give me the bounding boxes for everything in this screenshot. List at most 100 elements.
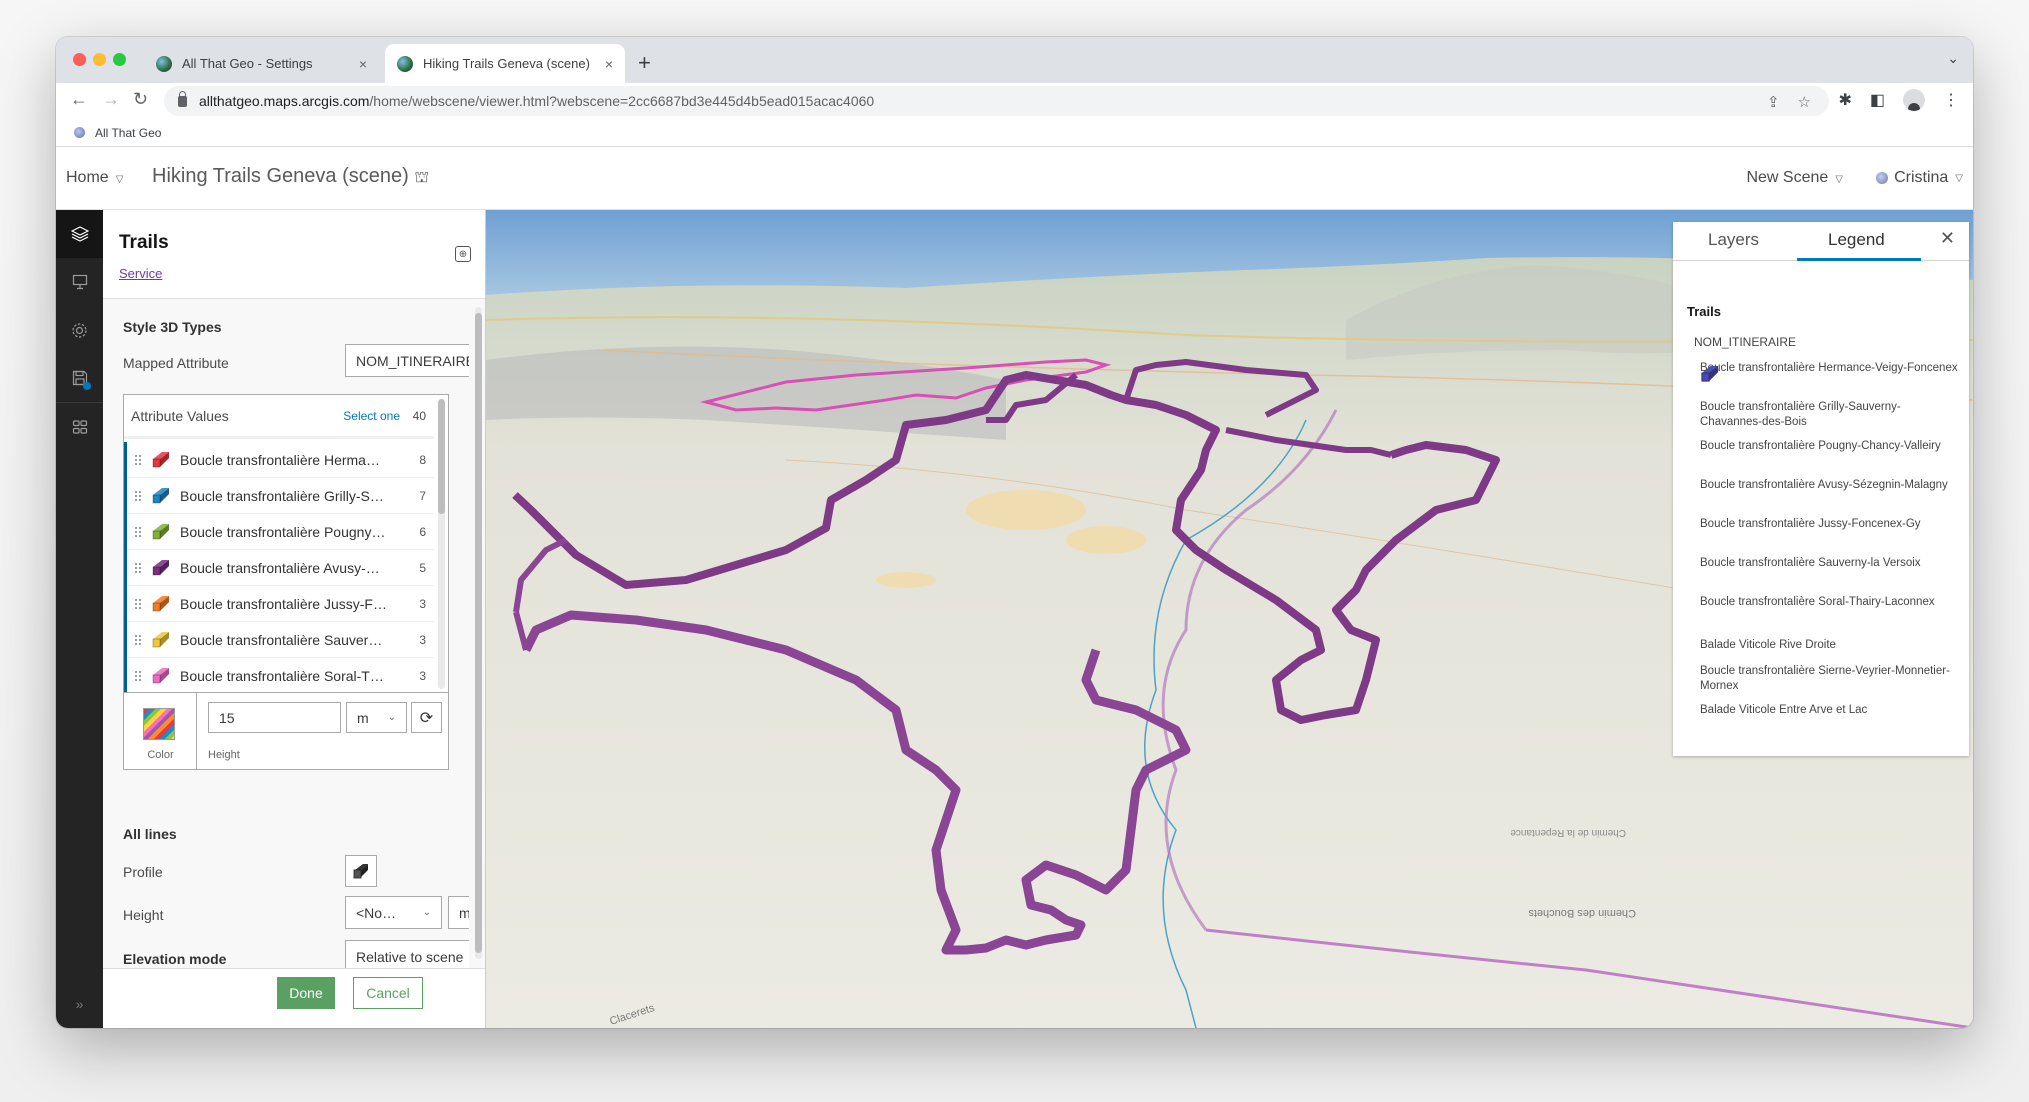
browser-window: All That Geo - Settings × Hiking Trails … [56, 37, 1973, 1028]
map-label: Chemin de la Repentance [1510, 827, 1626, 838]
panel-lower-section-2: Elevation mode Relative to scene⌄ [103, 210, 469, 968]
layers-icon [70, 226, 89, 242]
legend-item: Boucle transfrontalière Pougny-Chancy-Va… [1700, 366, 1960, 478]
legend-tabs: Layers Legend ✕ [1673, 222, 1969, 261]
reload-button[interactable]: ↻ [133, 89, 148, 110]
grid-icon [72, 420, 87, 434]
back-button[interactable]: ← [70, 89, 88, 110]
close-window-button[interactable] [73, 53, 86, 66]
legend-item: Balade Viticole Entre Arve et Lac [1700, 366, 1960, 742]
legend-item: Boucle transfrontalière Grilly-Sauverny-… [1700, 366, 1960, 439]
legend-item-label: Boucle transfrontalière Hermance-Veigy-F… [1700, 362, 1958, 374]
bookmark-star-icon[interactable]: ☆ [1798, 93, 1811, 111]
minimize-window-button[interactable] [93, 53, 106, 66]
profile-avatar[interactable] [1903, 89, 1925, 111]
legend-item-label: Boucle transfrontalière Sauverny-la Vers… [1700, 557, 1921, 569]
rail-apps-button[interactable] [56, 403, 103, 451]
rail-save-button[interactable] [56, 354, 103, 402]
legend-item: Boucle transfrontalière Soral-Thairy-Lac… [1700, 366, 1960, 634]
elevation-mode-select[interactable]: Relative to scene⌄ [345, 940, 469, 968]
elevation-mode-label: Elevation mode [123, 951, 227, 967]
legend-item: Balade Viticole Rive Droite [1700, 366, 1960, 664]
tab-layers[interactable]: Layers [1708, 230, 1759, 250]
legend-layer-title: Trails [1687, 304, 1721, 319]
map-label: Chemin des Bouchets [1528, 907, 1636, 919]
unsaved-badge [83, 382, 91, 390]
url-host: allthatgeo.maps.arcgis.com [199, 93, 370, 109]
new-scene-menu[interactable]: New Scene ▽ [1746, 169, 1843, 187]
share-icon[interactable]: ⇪ [1767, 93, 1780, 111]
bookmarks-bar: All That Geo [56, 119, 1973, 147]
legend-item-label: Boucle transfrontalière Jussy-Foncenex-G… [1700, 518, 1921, 530]
app-header: Home ▽ Hiking Trails Geneva (scene) ⛫ New… [56, 147, 1973, 210]
legend-item-label: Boucle transfrontalière Avusy-Sézegnin-M… [1700, 479, 1948, 491]
side-panel-icon[interactable]: ◧ [1870, 90, 1885, 110]
legend-item-label: Boucle transfrontalière Grilly-Sauverny-… [1700, 401, 1901, 428]
tab-legend[interactable]: Legend [1828, 230, 1885, 250]
close-tab-icon[interactable]: × [359, 56, 367, 72]
legend-item: Boucle transfrontalière Sauverny-la Vers… [1700, 366, 1960, 595]
bookmark-globe-icon [74, 127, 85, 138]
expand-rail-button[interactable]: » [56, 980, 103, 1028]
scene-title: Hiking Trails Geneva (scene) ⛫ [152, 165, 429, 188]
legend-item: Boucle transfrontalière Jussy-Foncenex-G… [1700, 366, 1960, 556]
user-menu[interactable]: Cristina ▽ [1876, 169, 1963, 187]
extensions-icon[interactable]: ✱ [1838, 90, 1851, 110]
elevation-mode-value: Relative to scene [356, 948, 464, 965]
rail-slides-button[interactable] [56, 258, 103, 306]
rail-settings-button[interactable] [56, 306, 103, 354]
home-label: Home [66, 169, 109, 186]
maximize-window-button[interactable] [113, 53, 126, 66]
user-name: Cristina [1894, 169, 1949, 186]
legend-field-name: NOM_ITINERAIRE [1694, 335, 1797, 349]
presentation-icon [72, 274, 87, 290]
caret-down-icon: ▽ [115, 174, 124, 185]
tab-search-chevron-icon[interactable]: ⌄ [1947, 50, 1959, 67]
left-rail: » [56, 210, 103, 1028]
tab-hiking-trails[interactable]: Hiking Trails Geneva (scene) × [385, 44, 625, 83]
legend-item-label: Boucle transfrontalière Soral-Thairy-Lac… [1700, 596, 1935, 608]
legend-items: Boucle transfrontalière Hermance-Veigy-F… [1700, 361, 1960, 742]
lock-icon [178, 90, 187, 107]
user-avatar [1876, 172, 1889, 184]
caret-down-icon: ▽ [1835, 174, 1843, 185]
sand-area [966, 490, 1086, 530]
legend-panel: Layers Legend ✕ Trails NOM_ITINERAIRE Bo… [1673, 222, 1969, 756]
new-tab-button[interactable]: + [638, 50, 651, 76]
url-path: /home/webscene/viewer.html?webscene=2cc6… [369, 93, 875, 109]
new-scene-label: New Scene [1746, 169, 1829, 186]
address-bar-row: ← → ↻ allthatgeo.maps.arcgis.com/home/we… [56, 83, 1973, 119]
rail-layers-button[interactable] [56, 210, 103, 258]
legend-item: Boucle transfrontalière Hermance-Veigy-F… [1700, 361, 1960, 400]
browser-menu-icon[interactable]: ⋮ [1943, 90, 1959, 110]
legend-item: Boucle transfrontalière Sierne-Veyrier-M… [1700, 366, 1960, 703]
legend-item-label: Balade Viticole Rive Droite [1700, 639, 1836, 651]
legend-item-label: Boucle transfrontalière Sierne-Veyrier-M… [1700, 665, 1950, 692]
sand-area [876, 572, 936, 588]
scene-view[interactable]: Chemin des Bouchets Chemin de la Repenta… [486, 210, 1973, 1028]
panel-scrollbar[interactable] [475, 307, 482, 959]
legend-item: Boucle transfrontalière Avusy-Sézegnin-M… [1700, 366, 1960, 517]
forward-button[interactable]: → [102, 89, 120, 110]
done-button[interactable]: Done [277, 977, 335, 1009]
sand-area [1066, 526, 1146, 554]
active-tab-indicator [1797, 258, 1921, 261]
url-input[interactable]: allthatgeo.maps.arcgis.com/home/webscene… [164, 86, 1829, 116]
tab-title: Hiking Trails Geneva (scene) [423, 56, 590, 71]
legend-item-label: Balade Viticole Entre Arve et Lac [1700, 704, 1868, 716]
scene-title-text: Hiking Trails Geneva (scene) [152, 165, 409, 187]
arcgis-globe-icon [156, 55, 172, 72]
bookmark-all-that-geo[interactable]: All That Geo [95, 126, 161, 140]
legend-swatch-icon [1701, 366, 1718, 382]
caret-down-icon: ▽ [1955, 172, 1963, 184]
close-tab-icon[interactable]: × [605, 56, 613, 72]
tab-settings[interactable]: All That Geo - Settings × [144, 44, 379, 83]
legend-item-label: Boucle transfrontalière Pougny-Chancy-Va… [1700, 440, 1941, 452]
tab-strip: All That Geo - Settings × Hiking Trails … [56, 37, 1973, 83]
cancel-button[interactable]: Cancel [353, 977, 423, 1009]
close-icon[interactable]: ✕ [1940, 228, 1955, 249]
panel-footer: Done Cancel [103, 968, 485, 1028]
gear-icon [72, 322, 87, 338]
home-menu[interactable]: Home ▽ [66, 169, 123, 187]
arcgis-globe-icon [397, 55, 413, 72]
